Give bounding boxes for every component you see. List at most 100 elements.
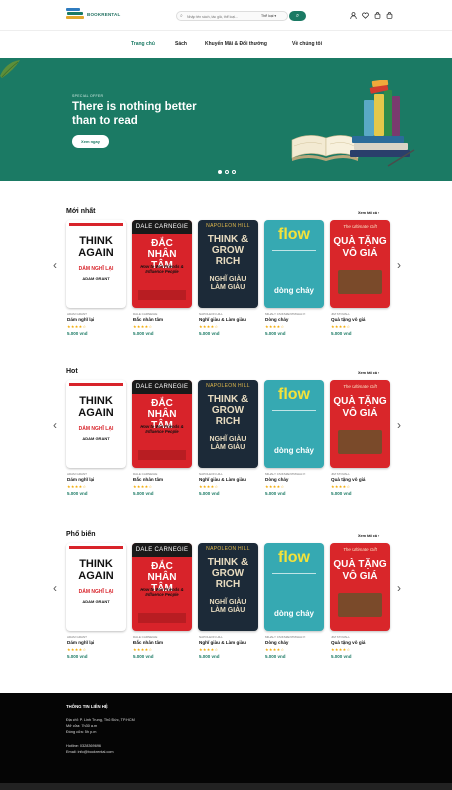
book-cover[interactable]: The Ultimate Gift QUÀ TẶNG VÔ GIÁ — [330, 543, 390, 631]
prev-arrow-icon[interactable]: ‹ — [50, 258, 60, 272]
main-nav: Trang chủ Sách Khuyến Mãi & Đổi thưởng V… — [0, 31, 452, 58]
prev-arrow-icon[interactable]: ‹ — [50, 418, 60, 432]
book-card[interactable]: THINK AGAIN DÁM NGHĨ LẠI ADAM GRANT ADAM… — [66, 380, 126, 500]
book-price: 5.000 vnd — [199, 654, 220, 659]
slide-dot[interactable] — [218, 170, 222, 174]
bag-icon[interactable] — [374, 12, 381, 19]
nav-about[interactable]: Về chúng tôi — [292, 41, 322, 47]
next-arrow-icon[interactable]: › — [394, 418, 404, 432]
bottom-bar — [0, 783, 452, 790]
search-box: ⌕ Thể loại ▾ — [176, 11, 288, 21]
book-cover[interactable]: DALE CARNEGIE ĐẮC NHÂN TÂM How to Win Fr… — [132, 380, 192, 468]
book-cover[interactable]: THINK AGAIN DÁM NGHĨ LẠI ADAM GRANT — [66, 380, 126, 468]
search-input[interactable] — [187, 13, 257, 20]
slide-dot[interactable] — [225, 170, 229, 174]
book-card[interactable]: DALE CARNEGIE ĐẮC NHÂN TÂM How to Win Fr… — [132, 220, 192, 340]
book-price: 5.000 vnd — [133, 331, 154, 336]
nav-home[interactable]: Trang chủ — [131, 41, 155, 47]
hero-slide-dots — [218, 170, 236, 174]
book-author: NAPOLEON HILL — [199, 472, 223, 476]
book-cover[interactable]: flow dòng chảy — [264, 380, 324, 468]
book-title[interactable]: Quà tặng vô giá — [331, 317, 365, 322]
see-all-link[interactable]: Xem tất cả › — [358, 371, 379, 375]
book-title[interactable]: Nghĩ giàu & Làm giàu — [199, 640, 246, 645]
book-rating: ★★★★☆ — [67, 647, 87, 652]
book-title[interactable]: Dám nghĩ lại — [67, 477, 94, 482]
book-section: Hot Xem tất cả › ‹ › THINK AGAIN DÁM NGH… — [0, 365, 452, 515]
book-card[interactable]: flow dòng chảy MIHALY CSIKSZENTMIHALYI D… — [264, 220, 324, 340]
nav-books[interactable]: Sách — [175, 41, 187, 47]
book-cover[interactable]: NAPOLEON HILL THINK & GROW RICH NGHĨ GIÀ… — [198, 220, 258, 308]
book-title[interactable]: Dòng chảy — [265, 477, 288, 482]
book-card[interactable]: DALE CARNEGIE ĐẮC NHÂN TÂM How to Win Fr… — [132, 543, 192, 663]
next-arrow-icon[interactable]: › — [394, 258, 404, 272]
nav-promotions[interactable]: Khuyến Mãi & Đổi thưởng — [205, 41, 267, 47]
footer-hotline[interactable]: Hotline: 0328369696 — [66, 744, 101, 748]
book-title[interactable]: Đắc nhân tâm — [133, 477, 163, 482]
book-card[interactable]: The Ultimate Gift QUÀ TẶNG VÔ GIÁ JIM ST… — [330, 543, 390, 663]
book-cover[interactable]: flow dòng chảy — [264, 543, 324, 631]
book-card[interactable]: DALE CARNEGIE ĐẮC NHÂN TÂM How to Win Fr… — [132, 380, 192, 500]
book-rating: ★★★★☆ — [199, 324, 219, 329]
book-rating: ★★★★☆ — [133, 647, 153, 652]
brand-name: BOOKRENTAL — [87, 11, 121, 17]
slide-dot[interactable] — [232, 170, 236, 174]
section-title: Mới nhất — [66, 208, 96, 215]
book-author: JIM STOVALL — [331, 472, 350, 476]
book-cover[interactable]: THINK AGAIN DÁM NGHĨ LẠI ADAM GRANT — [66, 220, 126, 308]
user-icon[interactable] — [350, 12, 357, 20]
book-card[interactable]: THINK AGAIN DÁM NGHĨ LẠI ADAM GRANT ADAM… — [66, 543, 126, 663]
see-all-link[interactable]: Xem tất cả › — [358, 211, 379, 215]
see-all-link[interactable]: Xem tất cả › — [358, 534, 379, 538]
book-price: 5.000 vnd — [199, 491, 220, 496]
next-arrow-icon[interactable]: › — [394, 581, 404, 595]
book-title[interactable]: Đắc nhân tâm — [133, 640, 163, 645]
book-card[interactable]: flow dòng chảy MIHALY CSIKSZENTMIHALYI D… — [264, 380, 324, 500]
book-title[interactable]: Nghĩ giàu & Làm giàu — [199, 317, 246, 322]
hero-cta-button[interactable]: Xem ngay — [72, 135, 109, 148]
book-card[interactable]: flow dòng chảy MIHALY CSIKSZENTMIHALYI D… — [264, 543, 324, 663]
book-cover[interactable]: DALE CARNEGIE ĐẮC NHÂN TÂM How to Win Fr… — [132, 543, 192, 631]
book-card[interactable]: THINK AGAIN DÁM NGHĨ LẠI ADAM GRANT ADAM… — [66, 220, 126, 340]
book-title[interactable]: Quà tặng vô giá — [331, 477, 365, 482]
book-cover[interactable]: NAPOLEON HILL THINK & GROW RICH NGHĨ GIÀ… — [198, 380, 258, 468]
book-price: 5.000 vnd — [133, 654, 154, 659]
book-cover[interactable]: DALE CARNEGIE ĐẮC NHÂN TÂM How to Win Fr… — [132, 220, 192, 308]
book-cover[interactable]: THINK AGAIN DÁM NGHĨ LẠI ADAM GRANT — [66, 543, 126, 631]
book-card[interactable]: NAPOLEON HILL THINK & GROW RICH NGHĨ GIÀ… — [198, 543, 258, 663]
hero-title: There is nothing better than to read — [72, 101, 197, 127]
category-select[interactable]: Thể loại ▾ — [261, 14, 276, 18]
footer-email[interactable]: Email: info@bookrental.com — [66, 750, 114, 754]
book-rating: ★★★★☆ — [67, 484, 87, 489]
heart-icon[interactable] — [362, 12, 369, 19]
book-title[interactable]: Nghĩ giàu & Làm giàu — [199, 477, 246, 482]
book-title[interactable]: Dòng chảy — [265, 317, 288, 322]
book-card[interactable]: NAPOLEON HILL THINK & GROW RICH NGHĨ GIÀ… — [198, 220, 258, 340]
book-title[interactable]: Dòng chảy — [265, 640, 288, 645]
book-cover[interactable]: The Ultimate Gift QUÀ TẶNG VÔ GIÁ — [330, 380, 390, 468]
book-rating: ★★★★☆ — [265, 484, 285, 489]
book-price: 5.000 vnd — [331, 491, 352, 496]
book-rating: ★★★★☆ — [133, 324, 153, 329]
book-cover[interactable]: The Ultimate Gift QUÀ TẶNG VÔ GIÁ — [330, 220, 390, 308]
section-title: Phổ biến — [66, 531, 96, 538]
book-title[interactable]: Quà tặng vô giá — [331, 640, 365, 645]
logo[interactable]: BOOKRENTAL — [66, 8, 120, 20]
book-title[interactable]: Dám nghĩ lại — [67, 640, 94, 645]
book-cover[interactable]: NAPOLEON HILL THINK & GROW RICH NGHĨ GIÀ… — [198, 543, 258, 631]
book-title[interactable]: Đắc nhân tâm — [133, 317, 163, 322]
book-rating: ★★★★☆ — [133, 484, 153, 489]
book-card[interactable]: The Ultimate Gift QUÀ TẶNG VÔ GIÁ JIM ST… — [330, 220, 390, 340]
book-section: Mới nhất Xem tất cả › ‹ › THINK AGAIN DÁ… — [0, 205, 452, 355]
book-cover[interactable]: flow dòng chảy — [264, 220, 324, 308]
book-card[interactable]: NAPOLEON HILL THINK & GROW RICH NGHĨ GIÀ… — [198, 380, 258, 500]
logo-books-icon — [66, 8, 84, 20]
footer-close-hours: Đóng cửa: 5h p.m — [66, 730, 97, 734]
cart-icon[interactable] — [386, 12, 393, 19]
hero-kicker: SPECIAL OFFER — [72, 94, 104, 98]
search-button[interactable]: ⌕ — [289, 11, 306, 21]
book-card[interactable]: The Ultimate Gift QUÀ TẶNG VÔ GIÁ JIM ST… — [330, 380, 390, 500]
book-title[interactable]: Dám nghĩ lại — [67, 317, 94, 322]
prev-arrow-icon[interactable]: ‹ — [50, 581, 60, 595]
book-rating: ★★★★☆ — [265, 324, 285, 329]
